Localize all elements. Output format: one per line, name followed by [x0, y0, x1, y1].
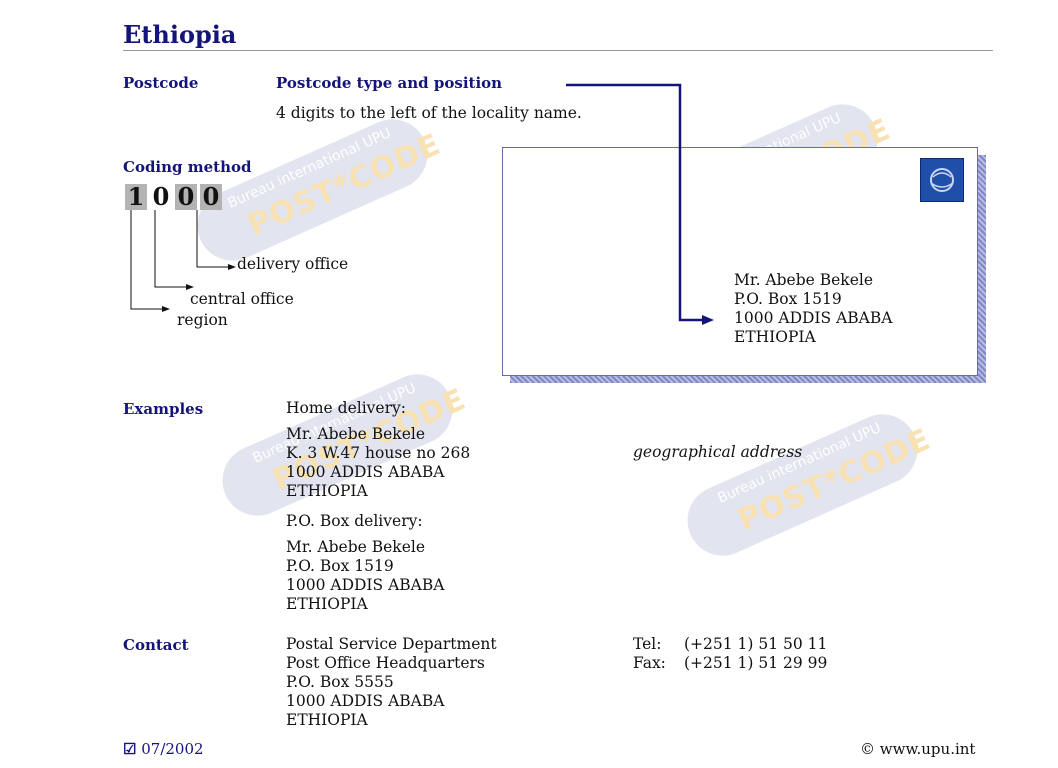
address-line: Mr. Abebe Bekele [286, 538, 426, 556]
delivery-office-label: delivery office [237, 255, 349, 273]
address-line: 1000 ADDIS ABABA [286, 463, 445, 481]
title-divider [123, 50, 993, 51]
examples-label: Examples [123, 400, 204, 418]
home-delivery-address: Mr. Abebe Bekele K. 3 W.47 house no 268 … [286, 425, 470, 501]
pobox-delivery-address: Mr. Abebe Bekele P.O. Box 1519 1000 ADDI… [286, 538, 444, 614]
home-delivery-heading: Home delivery: [286, 399, 406, 417]
upu-stamp-icon [920, 158, 964, 202]
postcode-label: Postcode [123, 74, 199, 92]
contact-line: P.O. Box 5555 [286, 673, 394, 691]
envelope-address: Mr. Abebe Bekele P.O. Box 1519 1000 ADDI… [734, 271, 892, 347]
arrow-head-icon [162, 306, 170, 312]
address-line: Mr. Abebe Bekele [286, 425, 426, 443]
contact-line: 1000 ADDIS ABABA [286, 692, 445, 710]
postcode-description: 4 digits to the left of the locality nam… [276, 104, 582, 122]
footer-date-text: 07/2002 [141, 740, 204, 758]
footer-date: ☑ 07/2002 [123, 740, 204, 758]
arrow-head-icon [228, 264, 236, 270]
address-line: K. 3 W.47 house no 268 [286, 444, 471, 462]
postcode-pointer [566, 83, 714, 325]
connector-central [154, 210, 186, 288]
geographical-address-note: geographical address [633, 443, 803, 461]
contact-label: Contact [123, 636, 189, 654]
region-label: region [177, 311, 228, 329]
envelope-address-line: Mr. Abebe Bekele [734, 271, 874, 289]
postcode-type-heading: Postcode type and position [276, 74, 503, 92]
checkbox-icon: ☑ [123, 740, 137, 758]
fax-label: Fax: [633, 654, 666, 672]
watermark-4: Bureau international UPU POST*CODE [676, 403, 936, 567]
contact-line: Postal Service Department [286, 635, 497, 653]
contact-line: Post Office Headquarters [286, 654, 485, 672]
tel-label: Tel: [633, 635, 662, 653]
central-office-label: central office [190, 290, 294, 308]
page-title: Ethiopia [123, 20, 237, 49]
pobox-delivery-heading: P.O. Box delivery: [286, 512, 423, 530]
envelope-address-line: 1000 ADDIS ABABA [734, 309, 893, 327]
contact-address: Postal Service Department Post Office He… [286, 635, 497, 730]
connector-region [130, 210, 162, 310]
footer-copyright: © www.upu.int [860, 740, 976, 758]
address-line: ETHIOPIA [286, 595, 368, 613]
connector-delivery [196, 210, 228, 268]
address-line: ETHIOPIA [286, 482, 368, 500]
pointer-arrow-icon [702, 315, 714, 325]
address-line: 1000 ADDIS ABABA [286, 576, 445, 594]
envelope-address-line: P.O. Box 1519 [734, 290, 842, 308]
coding-method-label: Coding method [123, 158, 252, 176]
fax-number: (+251 1) 51 29 99 [684, 654, 828, 672]
contact-line: ETHIOPIA [286, 711, 368, 729]
address-line: P.O. Box 1519 [286, 557, 394, 575]
envelope-address-line: ETHIOPIA [734, 328, 816, 346]
tel-number: (+251 1) 51 50 11 [684, 635, 828, 653]
